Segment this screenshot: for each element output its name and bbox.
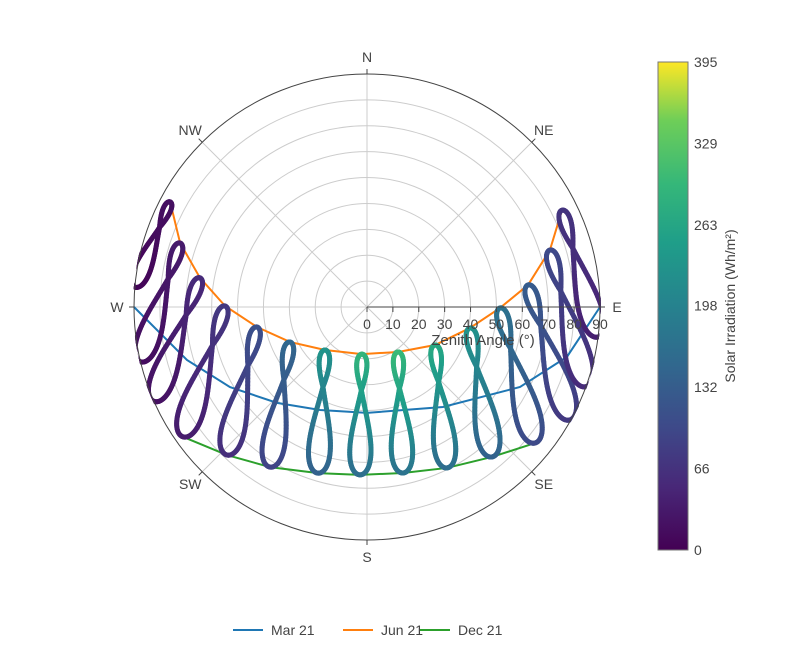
analemma-point [588, 379, 594, 386]
analemma-point [135, 357, 142, 364]
radial-tick-label: 30 [437, 316, 453, 332]
analemma-point [133, 354, 140, 361]
angular-label-se: SE [534, 476, 553, 492]
analemma-point [585, 382, 592, 389]
angular-label-nw: NW [179, 122, 203, 138]
analemma-point [596, 333, 601, 340]
angular-tick [198, 138, 203, 143]
legend-label: Mar 21 [271, 622, 315, 638]
analemma-point [133, 262, 138, 269]
analemma-point [599, 305, 601, 313]
analemma-point [600, 310, 601, 318]
radial-tick-label: 20 [411, 316, 427, 332]
analemma [347, 351, 374, 478]
analemma-point [600, 307, 601, 316]
angular-tick [531, 471, 536, 476]
colorbar-tick-label: 0 [694, 542, 702, 558]
analemma-point [587, 380, 594, 387]
angular-tick [198, 471, 203, 476]
radial-tick-label: 70 [540, 316, 556, 332]
analemma-point [599, 329, 601, 336]
analemma-point [133, 265, 137, 273]
colorbar-tick-label: 263 [694, 217, 718, 233]
radial-tick-label: 10 [385, 316, 401, 332]
angular-label-s: S [362, 549, 371, 565]
analemma-point [599, 330, 601, 337]
radial-tick-label: 50 [489, 316, 505, 332]
sun-path-chart: 0 10 20 30 40 50 60 70 80 90 N NE E SE S SW W NW Zenith A… [110, 49, 738, 638]
radial-tick-label: 90 [592, 316, 608, 332]
analemma [388, 349, 416, 476]
analemma-point [133, 283, 137, 289]
analemma [133, 199, 175, 290]
grid-spoke [201, 141, 368, 308]
angular-label-ne: NE [534, 122, 553, 138]
angular-label-n: N [362, 49, 372, 65]
legend: Mar 21 Jun 21 Dec 21 [233, 622, 503, 638]
analemma-point [134, 355, 140, 362]
legend-label: Jun 21 [381, 622, 423, 638]
radial-tick-label: 60 [515, 316, 531, 332]
analemma-point [146, 393, 153, 401]
analemma-point [598, 331, 601, 338]
colorbar: Solar Irradiation (Wh/m²) 0 66 132 198 263 32… [657, 54, 738, 558]
angular-label-w: W [110, 299, 124, 315]
colorbar-tick-label: 329 [694, 136, 718, 152]
analemma [133, 240, 186, 365]
analemma-point [148, 397, 155, 403]
colorbar-bar [657, 61, 689, 551]
angular-label-sw: SW [179, 476, 202, 492]
analemma-point [133, 267, 136, 275]
analemma-point [133, 258, 140, 266]
colorbar-tick-label: 395 [694, 54, 718, 70]
legend-label: Dec 21 [458, 622, 503, 638]
analemma-point [148, 396, 154, 403]
colorbar-title: Solar Irradiation (Wh/m²) [722, 229, 738, 382]
analemma-point [597, 332, 601, 339]
radial-tick-label: 80 [566, 316, 582, 332]
angular-label-e: E [612, 299, 621, 315]
analemma-point [147, 395, 154, 402]
analemma-point [133, 260, 139, 268]
analemma-point [586, 381, 593, 388]
radial-tick-label: 40 [463, 316, 479, 332]
radial-axis-title: Zenith Angle (°) [431, 332, 535, 349]
colorbar-tick-label: 66 [694, 460, 710, 476]
radial-tick-label: 0 [363, 316, 371, 332]
sun-path-dec-21 [182, 435, 536, 476]
colorbar-tick-label: 198 [694, 297, 718, 313]
analemma-point [134, 356, 141, 363]
grid-spoke [366, 141, 533, 308]
analemma-point [588, 377, 595, 385]
colorbar-tick-label: 132 [694, 379, 718, 395]
analemma-point [133, 263, 138, 271]
angular-tick [531, 138, 536, 143]
